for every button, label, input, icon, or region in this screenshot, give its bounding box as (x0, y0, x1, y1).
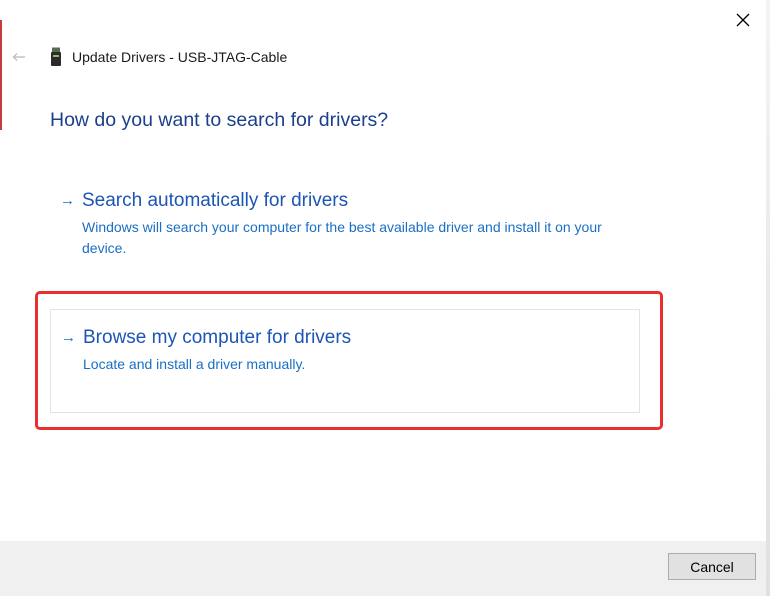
background-window-edge-right (766, 0, 770, 596)
option-title: Browse my computer for drivers (83, 327, 352, 348)
window-title: Update Drivers - USB-JTAG-Cable (72, 49, 288, 65)
option-description: Windows will search your computer for th… (82, 219, 602, 256)
option-description: Locate and install a driver manually. (83, 356, 306, 372)
option-title: Search automatically for drivers (82, 190, 349, 211)
back-button[interactable] (10, 48, 28, 66)
right-arrow-icon: → (61, 329, 76, 346)
close-icon (736, 13, 750, 27)
background-window-edge (0, 20, 2, 130)
right-arrow-icon: → (60, 192, 75, 209)
update-drivers-dialog: Update Drivers - USB-JTAG-Cable How do y… (0, 0, 770, 596)
dialog-header: Update Drivers - USB-JTAG-Cable (50, 47, 287, 67)
dialog-footer: Cancel (0, 541, 766, 596)
browse-computer-option[interactable]: → Browse my computer for drivers Locate … (50, 309, 640, 413)
search-automatically-option[interactable]: → Search automatically for drivers Windo… (50, 188, 640, 268)
usb-device-icon (51, 47, 61, 66)
close-button[interactable] (730, 7, 756, 33)
back-arrow-icon (12, 53, 25, 61)
page-title: How do you want to search for drivers? (50, 109, 389, 131)
cancel-button[interactable]: Cancel (668, 553, 756, 580)
